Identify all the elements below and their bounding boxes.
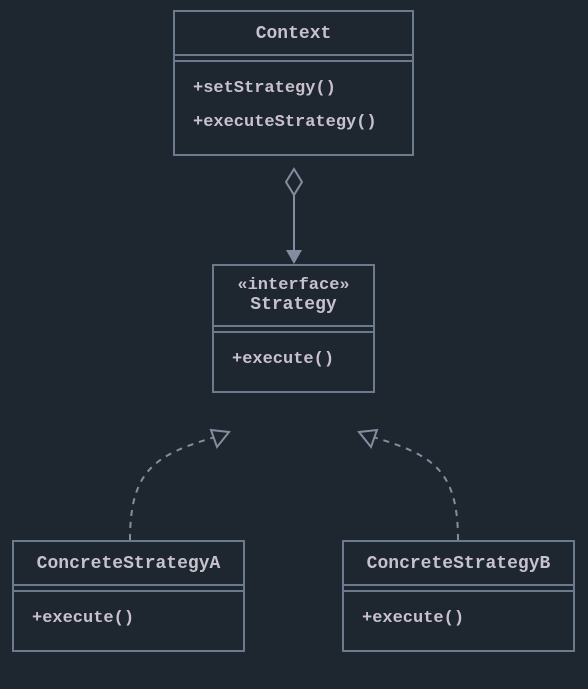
diamond-icon bbox=[286, 169, 302, 195]
method: +execute() bbox=[362, 602, 555, 636]
uml-class-strategy: «interface» Strategy +execute() bbox=[212, 264, 375, 393]
class-name: Context bbox=[175, 12, 412, 56]
class-name: Strategy bbox=[250, 295, 336, 315]
connector-line bbox=[373, 437, 458, 540]
method: +executeStrategy() bbox=[193, 106, 394, 140]
class-methods: +setStrategy() +executeStrategy() bbox=[175, 62, 412, 154]
uml-class-concrete-a: ConcreteStrategyA +execute() bbox=[12, 540, 245, 652]
uml-class-context: Context +setStrategy() +executeStrategy(… bbox=[173, 10, 414, 156]
class-name: ConcreteStrategyB bbox=[344, 542, 573, 586]
triangle-icon bbox=[211, 430, 229, 447]
uml-class-concrete-b: ConcreteStrategyB +execute() bbox=[342, 540, 575, 652]
method: +execute() bbox=[32, 602, 225, 636]
method: +setStrategy() bbox=[193, 72, 394, 106]
class-methods: +execute() bbox=[14, 592, 243, 650]
class-methods: +execute() bbox=[214, 333, 373, 391]
stereotype: «interface» bbox=[228, 270, 359, 295]
class-name: ConcreteStrategyA bbox=[14, 542, 243, 586]
connector-line bbox=[130, 437, 215, 540]
method: +execute() bbox=[232, 343, 355, 377]
class-methods: +execute() bbox=[344, 592, 573, 650]
triangle-icon bbox=[359, 430, 377, 447]
class-header: «interface» Strategy bbox=[214, 266, 373, 327]
arrowhead-icon bbox=[286, 250, 302, 264]
